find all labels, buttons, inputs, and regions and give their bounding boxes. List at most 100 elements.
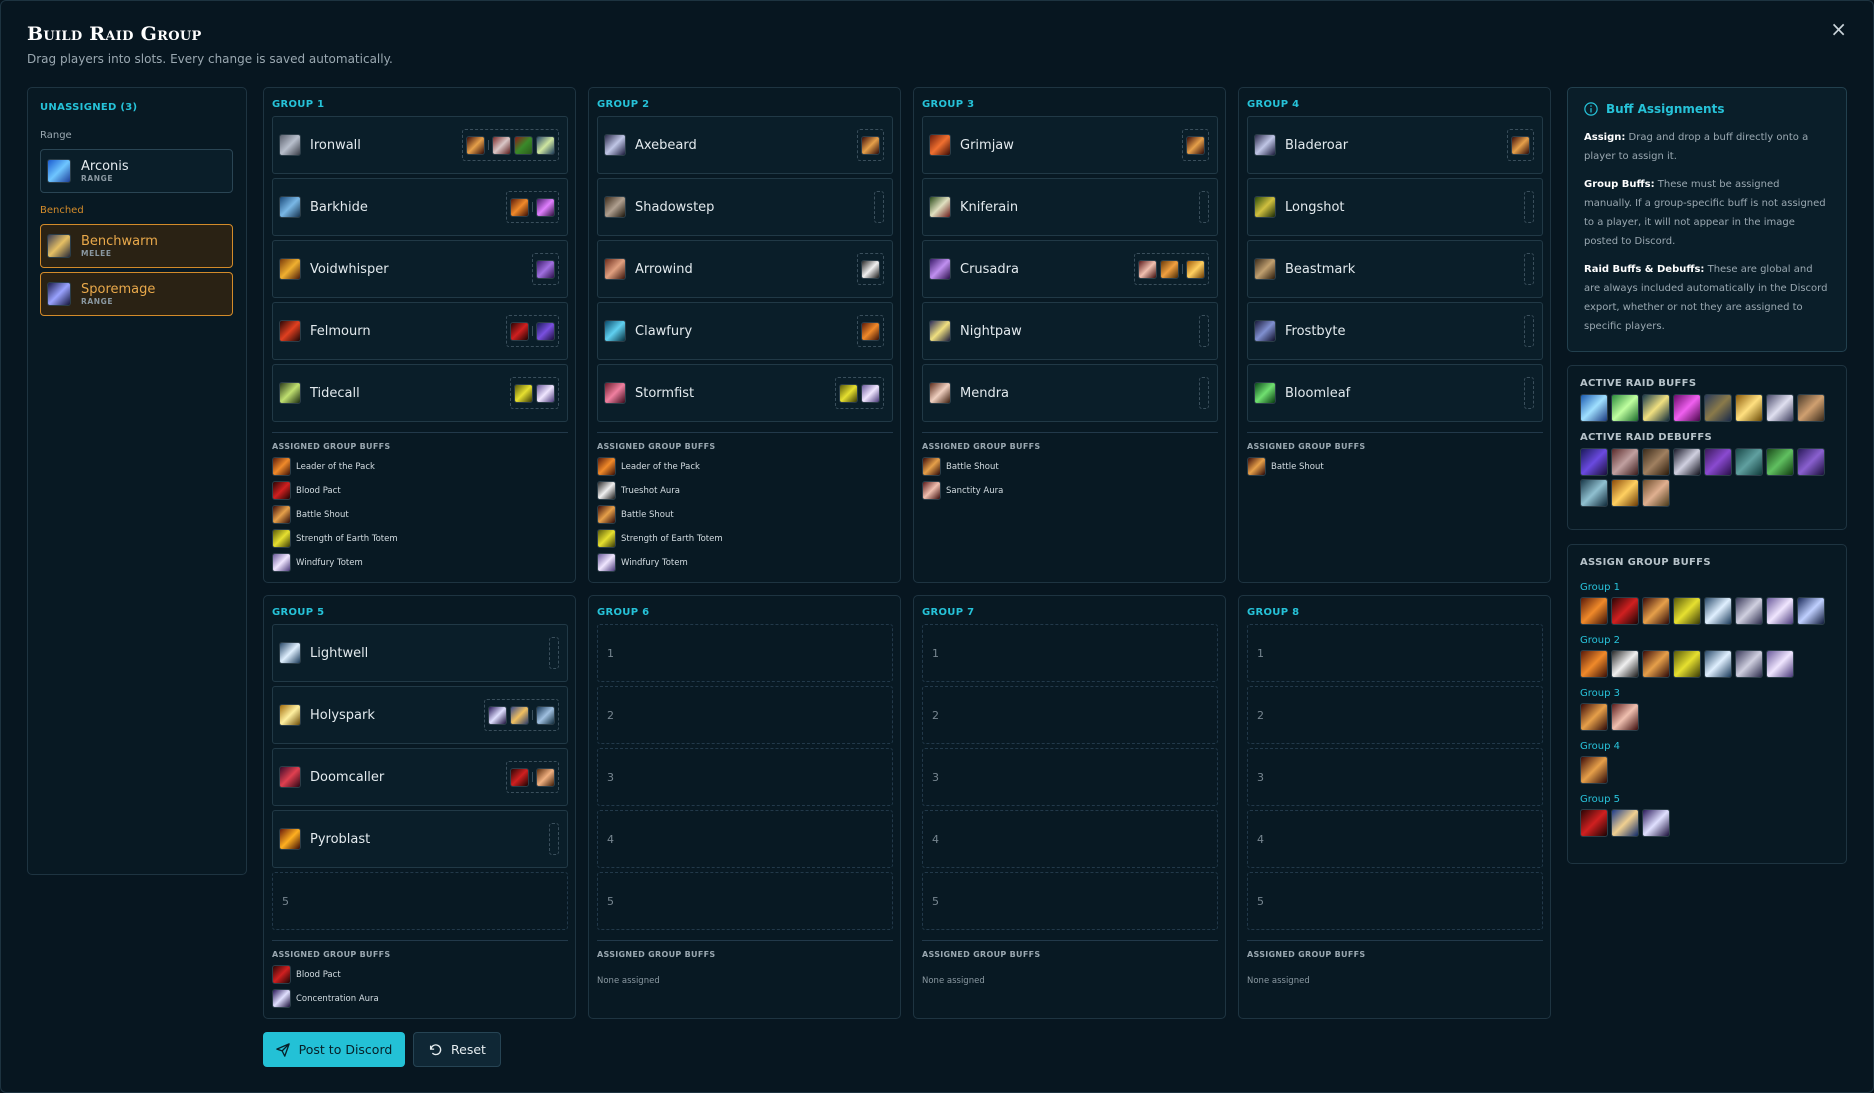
tranquil-air-totem-icon[interactable]	[1735, 650, 1763, 678]
player-slot-grimjaw[interactable]: Grimjaw	[922, 116, 1218, 174]
player-slot-shadowstep[interactable]: Shadowstep	[597, 178, 893, 236]
empty-slot[interactable]: 4	[1247, 810, 1543, 868]
assigned-buff[interactable]: Blood Pact	[272, 481, 398, 500]
benched-player-sporemage[interactable]: Sporemage RANGE	[40, 272, 233, 316]
assigned-buff[interactable]: Windfury Totem	[272, 553, 398, 572]
player-buffs-empty[interactable]	[1199, 191, 1209, 223]
player-buffs[interactable]	[1507, 129, 1534, 161]
player-slot-tidecall[interactable]: Tidecall	[272, 364, 568, 422]
windfury-totem-icon[interactable]	[1766, 650, 1794, 678]
empty-slot[interactable]: 1	[922, 624, 1218, 682]
trueshot-aura-icon[interactable]	[1797, 597, 1825, 625]
grace-of-air-totem-icon[interactable]	[1704, 597, 1732, 625]
post-to-discord-button[interactable]: Post to Discord	[263, 1032, 405, 1067]
thunder-clap-icon[interactable]	[1580, 479, 1608, 507]
blood-pact-icon[interactable]	[1580, 809, 1608, 837]
player-buffs[interactable]	[835, 377, 884, 409]
assigned-buff[interactable]: Concentration Aura	[272, 989, 379, 1008]
empty-slot[interactable]: 5	[922, 872, 1218, 930]
player-buffs-empty[interactable]	[549, 637, 559, 669]
player-slot-bladeroar[interactable]: Bladeroar	[1247, 116, 1543, 174]
devotion-aura-icon[interactable]	[1611, 809, 1639, 837]
player-buffs[interactable]	[506, 191, 559, 223]
player-buffs-empty[interactable]	[1524, 253, 1534, 285]
windfury-totem-icon[interactable]	[1766, 597, 1794, 625]
assigned-buff[interactable]: Battle Shout	[597, 505, 723, 524]
assigned-buff[interactable]: Strength of Earth Totem	[597, 529, 723, 548]
player-slot-voidwhisper[interactable]: Voidwhisper	[272, 240, 568, 298]
player-buffs[interactable]	[532, 253, 559, 285]
assigned-buff[interactable]: Trueshot Aura	[597, 481, 723, 500]
arcane-intellect-icon[interactable]	[1580, 394, 1608, 422]
blood-pact-icon[interactable]	[1611, 597, 1639, 625]
empty-slot[interactable]: 2	[1247, 686, 1543, 744]
player-buffs[interactable]	[510, 377, 559, 409]
strength-of-earth-totem-icon[interactable]	[1673, 650, 1701, 678]
empty-slot[interactable]: 2	[922, 686, 1218, 744]
leader-of-the-pack-icon[interactable]	[1580, 597, 1608, 625]
blessing-of-wisdom-icon[interactable]	[1797, 394, 1825, 422]
player-buffs[interactable]	[484, 699, 559, 731]
empty-slot[interactable]: 1	[597, 624, 893, 682]
divine-spirit-icon[interactable]	[1704, 394, 1732, 422]
assigned-buff[interactable]: Leader of the Pack	[272, 457, 398, 476]
assigned-buff[interactable]: Battle Shout	[1247, 457, 1324, 476]
player-slot-frostbyte[interactable]: Frostbyte	[1247, 302, 1543, 360]
empty-slot[interactable]: 3	[1247, 748, 1543, 806]
battle-shout-icon[interactable]	[1580, 756, 1608, 784]
player-buffs[interactable]	[1134, 253, 1209, 285]
assigned-buff[interactable]: Leader of the Pack	[597, 457, 723, 476]
trueshot-aura-icon[interactable]	[1611, 650, 1639, 678]
curse-of-elements-icon[interactable]	[1704, 448, 1732, 476]
player-buffs[interactable]	[1182, 129, 1209, 161]
assigned-buff[interactable]: Sanctity Aura	[922, 481, 1003, 500]
leader-of-the-pack-icon[interactable]	[1580, 650, 1608, 678]
player-buffs[interactable]	[506, 315, 559, 347]
assigned-buff[interactable]: Windfury Totem	[597, 553, 723, 572]
player-slot-longshot[interactable]: Longshot	[1247, 178, 1543, 236]
tranquil-air-totem-icon[interactable]	[1735, 597, 1763, 625]
player-buffs[interactable]	[857, 253, 884, 285]
benched-player-benchwarm[interactable]: Benchwarm MELEE	[40, 224, 233, 268]
player-buffs-empty[interactable]	[1524, 377, 1534, 409]
player-buffs-empty[interactable]	[1524, 315, 1534, 347]
player-slot-crusadra[interactable]: Crusadra	[922, 240, 1218, 298]
empty-slot[interactable]: 2	[597, 686, 893, 744]
player-slot-nightpaw[interactable]: Nightpaw	[922, 302, 1218, 360]
empty-slot[interactable]: 5	[597, 872, 893, 930]
player-slot-holyspark[interactable]: Holyspark	[272, 686, 568, 744]
reset-button[interactable]: Reset	[413, 1032, 501, 1067]
player-slot-bloomleaf[interactable]: Bloomleaf	[1247, 364, 1543, 422]
player-slot-axebeard[interactable]: Axebeard	[597, 116, 893, 174]
blessing-of-salvation-icon[interactable]	[1766, 394, 1794, 422]
empty-slot[interactable]: 4	[922, 810, 1218, 868]
winters-chill-icon[interactable]	[1642, 479, 1670, 507]
battle-shout-icon[interactable]	[1580, 703, 1608, 731]
sanctity-aura-icon[interactable]	[1611, 703, 1639, 731]
player-buffs-empty[interactable]	[1199, 315, 1209, 347]
expose-armor-icon[interactable]	[1642, 448, 1670, 476]
shadow-protection-icon[interactable]	[1673, 394, 1701, 422]
assigned-buff[interactable]: Strength of Earth Totem	[272, 529, 398, 548]
player-slot-arrowind[interactable]: Arrowind	[597, 240, 893, 298]
mark-of-the-wild-icon[interactable]	[1611, 394, 1639, 422]
hunters-mark-icon[interactable]	[1735, 448, 1763, 476]
player-slot-barkhide[interactable]: Barkhide	[272, 178, 568, 236]
assigned-buff[interactable]: Battle Shout	[922, 457, 1003, 476]
player-buffs-empty[interactable]	[874, 191, 884, 223]
player-slot-beastmark[interactable]: Beastmark	[1247, 240, 1543, 298]
battle-shout-icon[interactable]	[1642, 597, 1670, 625]
player-buffs[interactable]	[857, 129, 884, 161]
player-slot-stormfist[interactable]: Stormfist	[597, 364, 893, 422]
concentration-aura-icon[interactable]	[1642, 809, 1670, 837]
strength-of-earth-totem-icon[interactable]	[1673, 597, 1701, 625]
blessing-of-kings-icon[interactable]	[1735, 394, 1763, 422]
empty-slot[interactable]: 3	[922, 748, 1218, 806]
player-slot-mendra[interactable]: Mendra	[922, 364, 1218, 422]
assigned-buff[interactable]: Battle Shout	[272, 505, 398, 524]
player-slot-doomcaller[interactable]: Doomcaller	[272, 748, 568, 806]
player-slot-pyroblast[interactable]: Pyroblast	[272, 810, 568, 868]
empty-slot[interactable]: 5	[1247, 872, 1543, 930]
rend-icon[interactable]	[1673, 448, 1701, 476]
power-word-fortitude-icon[interactable]	[1642, 394, 1670, 422]
